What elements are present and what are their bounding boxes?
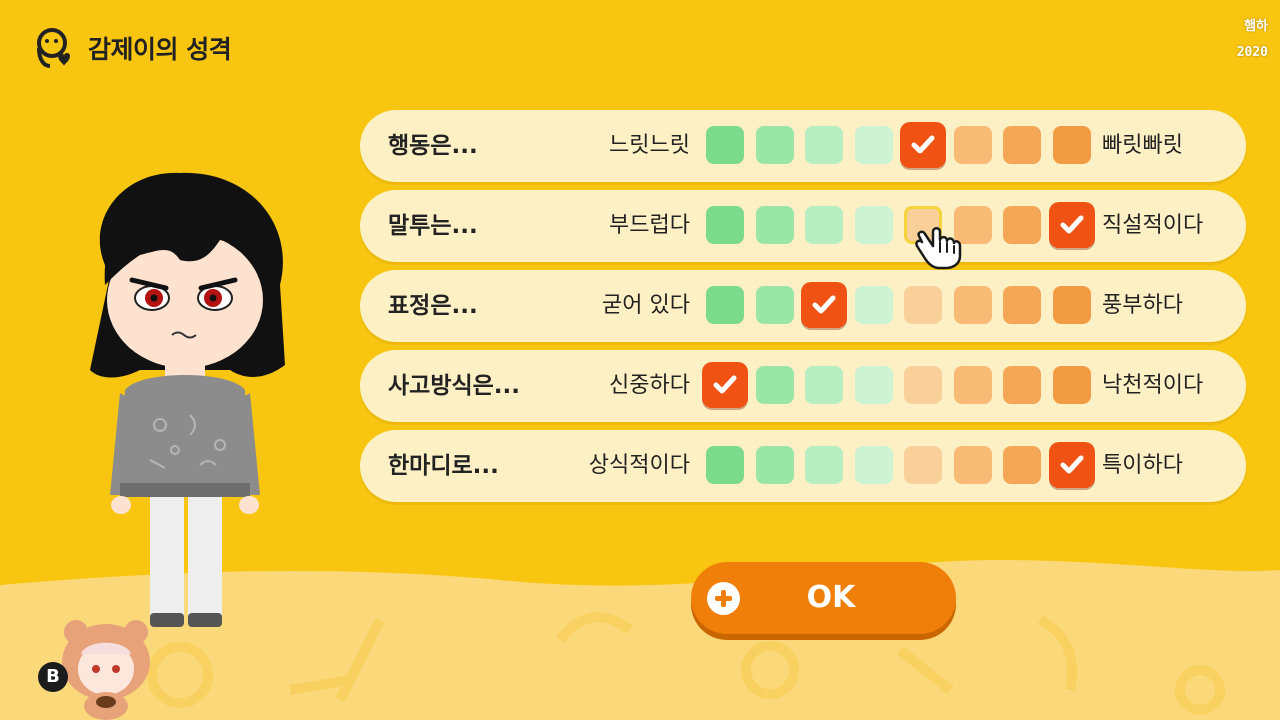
mii-avatar (90, 172, 285, 627)
trait-row: 사고방식은... 신중하다 낙천적이다 (360, 350, 1246, 422)
checkmark-icon (911, 135, 935, 154)
scale-option[interactable] (1003, 126, 1041, 164)
scale-right-label: 낙천적이다 (1102, 373, 1204, 398)
scale-option[interactable] (706, 286, 744, 324)
trait-label: 사고방식은... (388, 373, 521, 399)
checkmark-icon (1060, 455, 1084, 474)
scale-option[interactable] (904, 366, 942, 404)
trait-label: 말투는... (388, 213, 478, 239)
scale-option-selected[interactable] (801, 282, 847, 328)
ok-button-label: OK (806, 580, 856, 615)
scale-option[interactable] (1053, 126, 1091, 164)
scale-option[interactable] (706, 206, 744, 244)
scale-option[interactable] (1003, 286, 1041, 324)
back-button[interactable]: B (38, 662, 68, 692)
scale-option[interactable] (1003, 366, 1041, 404)
scale-option[interactable] (756, 366, 794, 404)
scale-left-label: 상식적이다 (588, 453, 690, 478)
scale-option[interactable] (756, 446, 794, 484)
watermark-line1: 햄하 (1244, 19, 1268, 34)
scale-option-selected[interactable] (900, 122, 946, 168)
trait-row: 표정은... 굳어 있다 풍부하다 (360, 270, 1246, 342)
hand-pointer-icon (915, 227, 962, 270)
scale-option[interactable] (756, 126, 794, 164)
checkmark-icon (1060, 215, 1084, 234)
trait-label: 행동은... (388, 133, 478, 159)
scale-option[interactable] (855, 366, 893, 404)
scale-option[interactable] (706, 446, 744, 484)
scale-option[interactable] (1003, 206, 1041, 244)
scale-option[interactable] (855, 446, 893, 484)
trait-row: 말투는... 부드럽다 직설적이다 (360, 190, 1246, 262)
scale-left-label: 신중하다 (609, 373, 690, 398)
scale-option[interactable] (855, 206, 893, 244)
hamster-mascot (62, 620, 150, 720)
scale-right-label: 빠릿빠릿 (1102, 133, 1183, 158)
watermark: 햄하 2020 (1237, 14, 1268, 66)
scale-option[interactable] (904, 446, 942, 484)
ok-button[interactable]: OK (691, 562, 956, 634)
scale-right-label: 특이하다 (1102, 453, 1183, 478)
page-title: 감제이의 성격 (88, 35, 232, 64)
scale-option-selected[interactable] (702, 362, 748, 408)
scale-left-label: 굳어 있다 (602, 293, 690, 318)
scale-option[interactable] (756, 206, 794, 244)
scale-option[interactable] (954, 366, 992, 404)
scale-option[interactable] (855, 126, 893, 164)
checkmark-icon (812, 295, 836, 314)
scale-option[interactable] (954, 286, 992, 324)
scale-option-selected[interactable] (1049, 442, 1095, 488)
scale-option[interactable] (1053, 366, 1091, 404)
scale-option-selected[interactable] (1049, 202, 1095, 248)
scale-option[interactable] (954, 126, 992, 164)
trait-row: 한마디로... 상식적이다 특이하다 (360, 430, 1246, 502)
scale-option[interactable] (805, 126, 843, 164)
scale-option[interactable] (954, 446, 992, 484)
page-header: 감제이의 성격 (34, 26, 232, 70)
scale-option[interactable] (805, 366, 843, 404)
scale-option[interactable] (706, 126, 744, 164)
scale-left-label: 느릿느릿 (609, 133, 690, 158)
scale-option[interactable] (1053, 286, 1091, 324)
scale-option[interactable] (855, 286, 893, 324)
scale-right-label: 직설적이다 (1102, 213, 1204, 238)
scale-option[interactable] (805, 206, 843, 244)
trait-row: 행동은... 느릿느릿 빠릿빠릿 (360, 110, 1246, 182)
scale-option[interactable] (904, 286, 942, 324)
scale-left-label: 부드럽다 (609, 213, 690, 238)
scale-option[interactable] (805, 446, 843, 484)
trait-label: 표정은... (388, 293, 478, 319)
watermark-line2: 2020 (1236, 45, 1268, 60)
person-heart-icon (37, 28, 70, 68)
scale-option[interactable] (1003, 446, 1041, 484)
scale-right-label: 풍부하다 (1102, 293, 1183, 318)
trait-label: 한마디로... (388, 453, 499, 479)
scale-option[interactable] (756, 286, 794, 324)
checkmark-icon (713, 375, 737, 394)
